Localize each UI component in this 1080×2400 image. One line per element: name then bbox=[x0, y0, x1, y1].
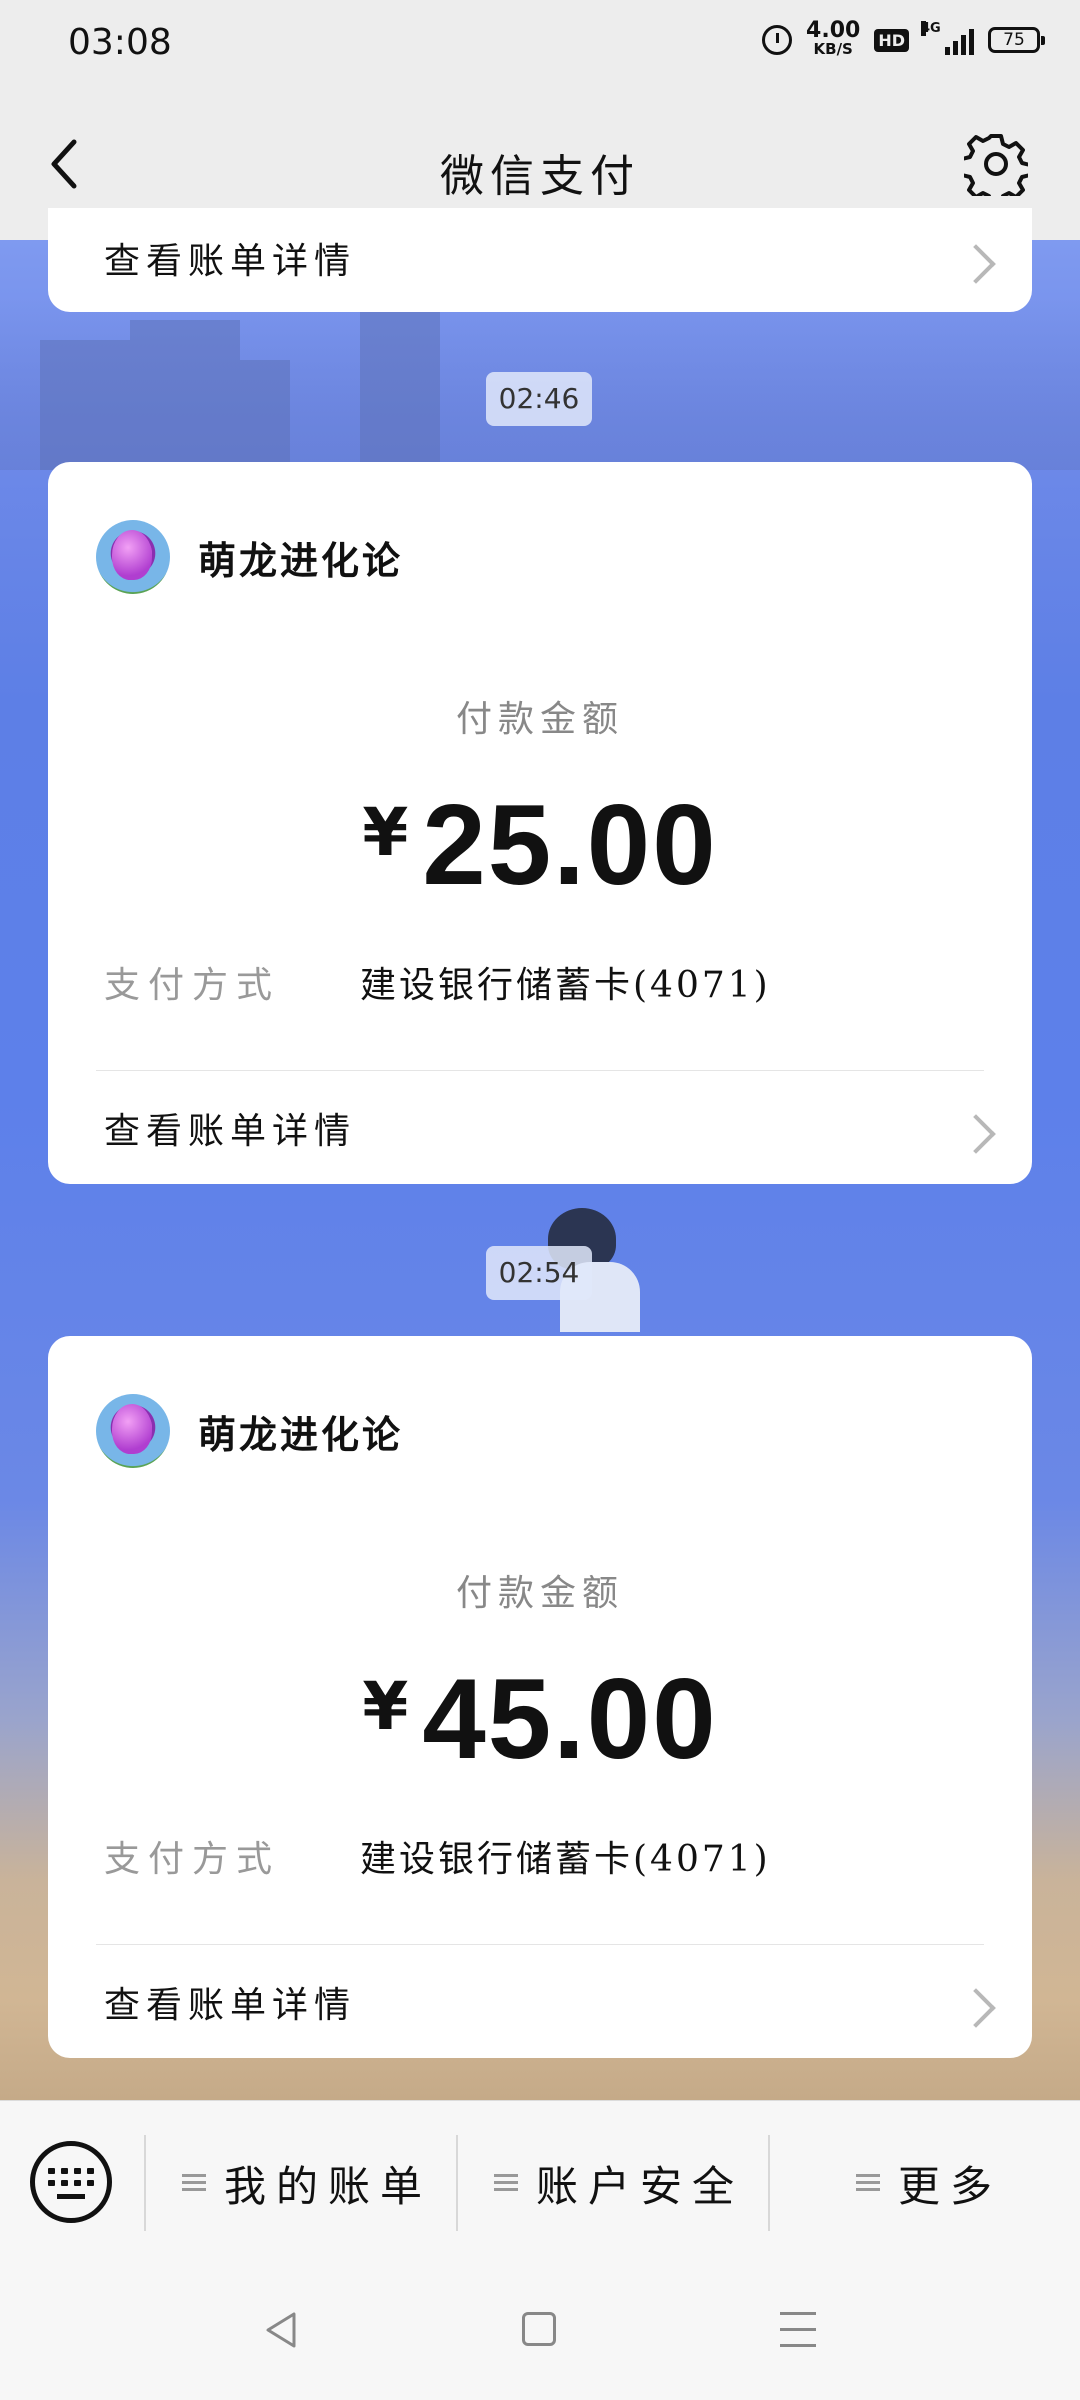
payment-method-label: 支付方式 bbox=[104, 965, 281, 1006]
status-bar: 03:08 4.00 KB/S HD 4G 75 bbox=[0, 0, 1080, 96]
amount-label: 付款金额 bbox=[455, 1573, 624, 1614]
payment-method-value: 建设银行储蓄卡(4071) bbox=[360, 965, 771, 1006]
merchant-avatar bbox=[96, 520, 170, 594]
merchant-header: 萌龙进化论 bbox=[96, 520, 403, 594]
menu-item-my-bills[interactable]: 我的账单 bbox=[182, 2147, 432, 2219]
amount-value: 25.00 bbox=[422, 782, 718, 909]
system-home-icon[interactable] bbox=[522, 2312, 556, 2346]
divider bbox=[96, 1944, 984, 1945]
payment-card-partial: 查看账单详情 bbox=[48, 208, 1032, 312]
alarm-icon bbox=[762, 25, 793, 55]
chevron-right-icon bbox=[956, 244, 996, 284]
view-bill-details-link[interactable]: 查看账单详情 bbox=[104, 1976, 356, 2028]
page-title: 微信支付 bbox=[440, 151, 640, 202]
payment-method-value: 建设银行储蓄卡(4071) bbox=[360, 1839, 771, 1880]
amount-label: 付款金额 bbox=[455, 699, 624, 740]
menu-item-label: 我的账单 bbox=[224, 2161, 433, 2211]
view-bill-details-link[interactable]: 查看账单详情 bbox=[104, 1102, 356, 1154]
menu-icon bbox=[182, 2174, 206, 2192]
menu-icon bbox=[856, 2174, 880, 2192]
merchant-avatar bbox=[96, 1394, 170, 1468]
menu-item-label: 更多 bbox=[898, 2161, 1003, 2211]
divider bbox=[96, 1070, 984, 1071]
chevron-right-icon bbox=[956, 1988, 996, 2028]
payment-card: 萌龙进化论 付款金额 ¥25.00 支付方式 建设银行储蓄卡(4071) 查看账… bbox=[48, 462, 1032, 1184]
merchant-name: 萌龙进化论 bbox=[198, 1411, 404, 1457]
view-bill-details-link[interactable]: 查看账单详情 bbox=[104, 232, 356, 284]
network-speed: 4.00 KB/S bbox=[806, 18, 861, 59]
chevron-right-icon bbox=[956, 1114, 996, 1154]
payment-amount: ¥45.00 bbox=[48, 1654, 1032, 1785]
merchant-name: 萌龙进化论 bbox=[198, 537, 404, 583]
payment-amount: ¥25.00 bbox=[48, 780, 1032, 911]
system-recents-icon[interactable] bbox=[780, 2310, 816, 2350]
status-time: 03:08 bbox=[68, 22, 172, 63]
bottom-menu: 我的账单 账户安全 更多 bbox=[0, 2100, 1080, 2265]
message-timestamp: 02:46 bbox=[486, 372, 592, 426]
menu-item-account-security[interactable]: 账户安全 bbox=[494, 2147, 744, 2219]
battery-icon: 75 bbox=[988, 27, 1045, 53]
payment-card: 萌龙进化论 付款金额 ¥45.00 支付方式 建设银行储蓄卡(4071) 查看账… bbox=[48, 1336, 1032, 2058]
amount-value: 45.00 bbox=[422, 1656, 718, 1783]
merchant-header: 萌龙进化论 bbox=[96, 1394, 403, 1468]
menu-item-more[interactable]: 更多 bbox=[856, 2147, 1002, 2219]
currency-symbol: ¥ bbox=[362, 794, 409, 871]
gear-icon[interactable] bbox=[960, 132, 1032, 206]
system-back-icon[interactable] bbox=[262, 2310, 302, 2350]
message-timestamp: 02:54 bbox=[486, 1246, 592, 1300]
signal-icon: 4G bbox=[921, 21, 974, 55]
payment-method-label: 支付方式 bbox=[104, 1839, 281, 1880]
keyboard-icon[interactable] bbox=[30, 2141, 112, 2223]
menu-item-label: 账户安全 bbox=[536, 2161, 745, 2211]
menu-icon bbox=[494, 2174, 518, 2192]
hd-icon: HD bbox=[874, 28, 909, 52]
system-navigation-bar bbox=[0, 2264, 1080, 2400]
currency-symbol: ¥ bbox=[362, 1668, 409, 1745]
